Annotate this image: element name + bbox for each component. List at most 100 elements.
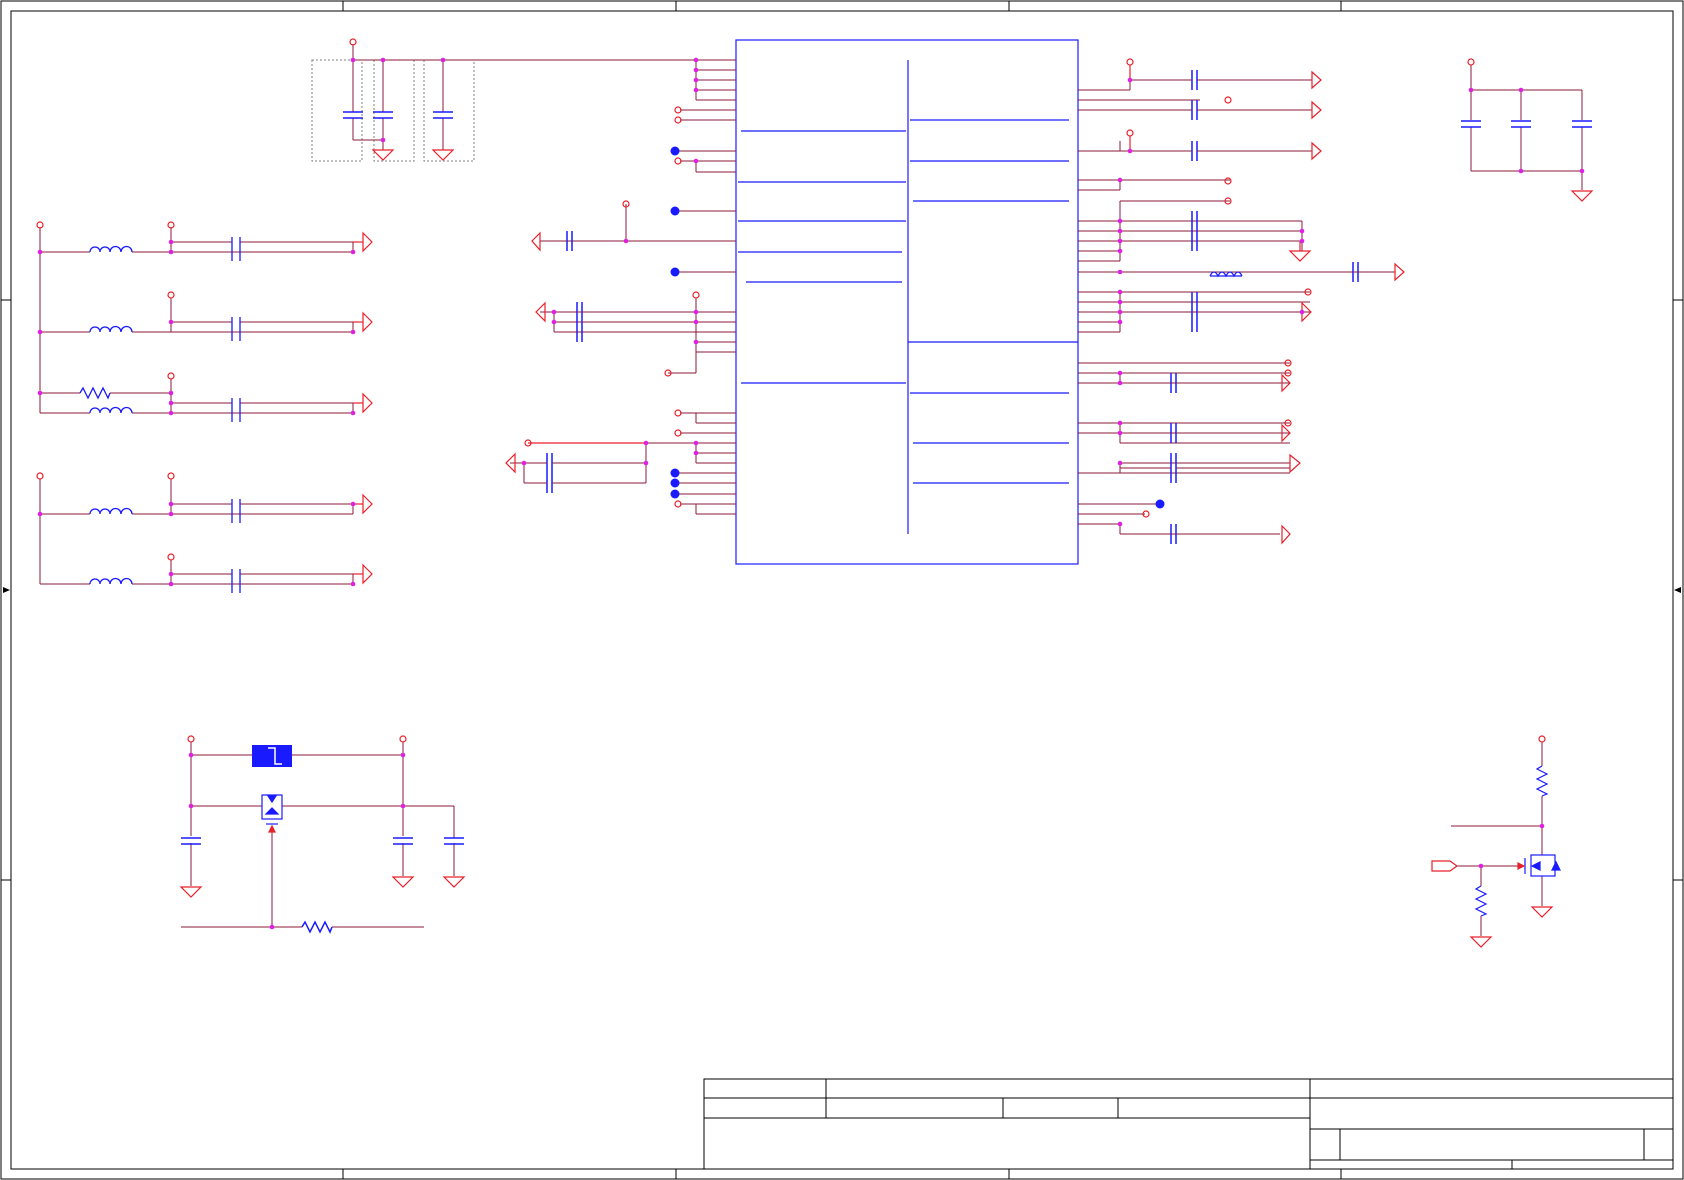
ic-left-capacitors xyxy=(546,231,583,493)
junction-dot xyxy=(400,752,406,758)
drawing-frame xyxy=(0,0,1684,1180)
junction-dot xyxy=(693,87,699,93)
switch-components xyxy=(1474,765,1561,917)
junction-dot xyxy=(693,339,699,345)
junction-dot xyxy=(168,400,174,406)
regulator-wires xyxy=(181,742,455,928)
main-ic-chip[interactable] xyxy=(735,39,1079,565)
junction-dot xyxy=(1117,248,1123,254)
junction-dot xyxy=(1127,77,1133,83)
junction-dot xyxy=(623,238,629,244)
ic-left-pin-wires xyxy=(528,59,736,515)
regulator-mosfet xyxy=(261,794,283,825)
junction-dot xyxy=(1299,309,1305,315)
ic-left-ports xyxy=(505,106,700,508)
ic-left-cap-wires xyxy=(510,204,697,484)
frame-arrow-left xyxy=(3,587,10,593)
junction-dot xyxy=(168,390,174,396)
junction-dot xyxy=(168,410,174,416)
junction-dot xyxy=(168,319,174,325)
regulator-capacitors xyxy=(181,837,464,934)
junction-dot xyxy=(1117,289,1123,295)
junction-dot xyxy=(1117,238,1123,244)
ic-right-pin-wires xyxy=(1078,80,1380,535)
cap-bank-power-ground xyxy=(1467,58,1594,202)
junction-dot xyxy=(1127,148,1133,154)
junction-dot xyxy=(1518,168,1524,174)
junction-dot xyxy=(693,77,699,83)
junction-dot xyxy=(1299,238,1305,244)
junction-dot xyxy=(1117,460,1123,466)
junction-dot xyxy=(1539,823,1545,829)
junction-dot xyxy=(168,249,174,255)
title-block xyxy=(703,1078,1674,1170)
junction-dot xyxy=(1117,370,1123,376)
junction-dot xyxy=(643,460,649,466)
junction-dot xyxy=(37,511,43,517)
junction-dot xyxy=(350,249,356,255)
junction-dot xyxy=(350,329,356,335)
ferrite-bead xyxy=(1209,271,1243,278)
ic-right-net-dot xyxy=(1155,499,1165,509)
junction-dot xyxy=(693,67,699,73)
junction-dot xyxy=(168,501,174,507)
junction-dot xyxy=(1117,420,1123,426)
cap-bank-capacitors xyxy=(1461,120,1592,128)
junction-dot xyxy=(551,319,557,325)
junction-dot xyxy=(1117,521,1123,527)
junction-dot xyxy=(693,309,699,315)
junction-dot xyxy=(1468,87,1474,93)
junction-dot xyxy=(1117,299,1123,305)
junction-dot xyxy=(350,501,356,507)
junction-dot xyxy=(1117,269,1123,275)
decoupling-wires xyxy=(352,44,696,150)
junction-dot xyxy=(693,319,699,325)
decoupling-outlines xyxy=(311,59,475,162)
junction-dot xyxy=(1117,177,1123,183)
junction-dot xyxy=(168,239,174,245)
junction-dot xyxy=(37,390,43,396)
frame-arrow-right xyxy=(1674,587,1681,593)
junction-dot xyxy=(168,511,174,517)
junction-dot xyxy=(551,309,557,315)
regulator-ports xyxy=(179,735,466,898)
junction-dot xyxy=(693,158,699,164)
junction-dot xyxy=(168,571,174,577)
junction-dot xyxy=(1117,319,1123,325)
switch-wires xyxy=(1451,742,1543,936)
junction-dot xyxy=(37,249,43,255)
schematic-sheet xyxy=(0,0,1684,1180)
lc-filter-inductors xyxy=(79,237,241,593)
junction-dot xyxy=(1299,228,1305,234)
decoupling-capacitors xyxy=(343,111,453,119)
junction-dot xyxy=(269,924,275,930)
junction-dot xyxy=(521,460,527,466)
junction-dot xyxy=(1117,380,1123,386)
junction-dot xyxy=(643,440,649,446)
ic-right-grounds xyxy=(1288,241,1312,262)
junction-dot xyxy=(1518,87,1524,93)
junction-dot xyxy=(188,803,194,809)
junction-dot xyxy=(1478,863,1484,869)
junction-dot xyxy=(1117,309,1123,315)
junction-dot xyxy=(693,57,699,63)
junction-dot xyxy=(37,329,43,335)
junction-dot xyxy=(380,57,386,63)
junction-dot xyxy=(693,450,699,456)
junction-dot xyxy=(440,57,446,63)
switch-ports xyxy=(1431,735,1554,948)
junction-dot xyxy=(350,410,356,416)
decoupling-power-grounds xyxy=(349,38,455,161)
junction-dot xyxy=(168,581,174,587)
junction-dot xyxy=(1117,228,1123,234)
junction-dot xyxy=(1579,168,1585,174)
junction-dot xyxy=(693,440,699,446)
junction-dot xyxy=(1117,430,1123,436)
ic-right-output-wires xyxy=(1119,79,1395,535)
junction-dot xyxy=(1117,218,1123,224)
lc-filter-wires xyxy=(39,227,354,585)
ic-right-ports xyxy=(1126,58,1405,545)
junction-dot xyxy=(188,752,194,758)
junction-dot xyxy=(400,803,406,809)
regulator-fuse[interactable] xyxy=(252,745,292,767)
